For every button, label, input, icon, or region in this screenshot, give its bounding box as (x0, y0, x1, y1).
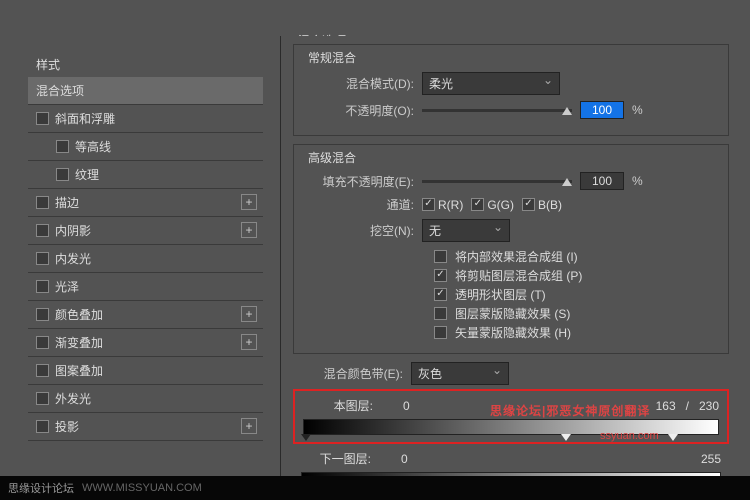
knockout-select[interactable]: 无 (422, 219, 510, 242)
style-checkbox[interactable] (36, 196, 49, 209)
general-blend-group: 常规混合 混合模式(D): 柔光 不透明度(O): 100 % (293, 44, 729, 136)
footer-bar: 思缘设计论坛 WWW.MISSYUAN.COM (0, 476, 750, 500)
advanced-group-title: 高级混合 (304, 149, 360, 166)
sidebar-header: 样式 (28, 52, 263, 77)
style-checkbox[interactable] (36, 252, 49, 265)
style-item-label: 纹理 (75, 166, 99, 183)
opt3-label: 透明形状图层 (T) (455, 286, 546, 303)
style-item-label: 投影 (55, 418, 79, 435)
fill-opacity-input[interactable]: 100 (580, 172, 624, 190)
fill-opacity-label: 填充不透明度(E): (304, 173, 414, 190)
this-white2-value: 230 (699, 399, 719, 413)
channel-b-checkbox[interactable] (522, 198, 535, 211)
style-checkbox[interactable] (36, 224, 49, 237)
style-checkbox[interactable] (36, 420, 49, 433)
style-item-4[interactable]: 描边 + (28, 189, 263, 217)
opt2-checkbox[interactable] (434, 269, 447, 282)
blendif-select[interactable]: 灰色 (411, 362, 509, 385)
slash: / (686, 399, 689, 413)
blend-mode-select[interactable]: 柔光 (422, 72, 560, 95)
style-checkbox[interactable] (36, 112, 49, 125)
style-item-12[interactable]: 投影 + (28, 413, 263, 441)
blendif-label: 混合颜色带(E): (293, 365, 403, 382)
style-item-6[interactable]: 内发光 (28, 245, 263, 273)
this-white1-thumb[interactable] (561, 434, 571, 441)
watermark-url: ssyuan.com (600, 430, 659, 442)
style-item-11[interactable]: 外发光 (28, 385, 263, 413)
channel-g-label: G(G) (487, 198, 514, 212)
opacity-input[interactable]: 100 (580, 101, 624, 119)
style-item-10[interactable]: 图案叠加 (28, 357, 263, 385)
opt1-checkbox[interactable] (434, 250, 447, 263)
style-checkbox[interactable] (36, 308, 49, 321)
style-item-label: 光泽 (55, 278, 79, 295)
plus-icon[interactable]: + (241, 334, 257, 350)
style-item-label: 颜色叠加 (55, 306, 103, 323)
style-item-label: 斜面和浮雕 (55, 110, 115, 127)
footer-url: WWW.MISSYUAN.COM (82, 482, 202, 494)
plus-icon[interactable]: + (241, 306, 257, 322)
opacity-slider[interactable] (422, 109, 572, 112)
under-white-value: 255 (701, 452, 721, 466)
general-group-title: 常规混合 (304, 49, 360, 66)
plus-icon[interactable]: + (241, 194, 257, 210)
opacity-label: 不透明度(O): (304, 102, 414, 119)
advanced-blend-group: 高级混合 填充不透明度(E): 100 % 通道: R(R) G(G) B(B)… (293, 144, 729, 354)
style-item-label: 内阴影 (55, 222, 91, 239)
style-item-label: 混合选项 (36, 82, 84, 99)
channel-r-checkbox[interactable] (422, 198, 435, 211)
knockout-label: 挖空(N): (304, 222, 414, 239)
style-item-7[interactable]: 光泽 (28, 273, 263, 301)
style-checkbox[interactable] (36, 280, 49, 293)
opt5-label: 矢量蒙版隐藏效果 (H) (455, 324, 571, 341)
opt4-label: 图层蒙版隐藏效果 (S) (455, 305, 570, 322)
channel-b-label: B(B) (538, 198, 562, 212)
style-item-0[interactable]: 混合选项 (28, 77, 263, 105)
channels-label: 通道: (304, 196, 414, 213)
channel-r-label: R(R) (438, 198, 463, 212)
style-item-1[interactable]: 斜面和浮雕 (28, 105, 263, 133)
style-item-label: 外发光 (55, 390, 91, 407)
pct-label-2: % (632, 174, 643, 188)
style-item-2[interactable]: 等高线 (28, 133, 263, 161)
pct-label: % (632, 103, 643, 117)
style-item-8[interactable]: 颜色叠加 + (28, 301, 263, 329)
opt3-checkbox[interactable] (434, 288, 447, 301)
style-checkbox[interactable] (56, 140, 69, 153)
style-item-label: 等高线 (75, 138, 111, 155)
this-white1-value: 163 (656, 399, 676, 413)
plus-icon[interactable]: + (241, 418, 257, 434)
plus-icon[interactable]: + (241, 222, 257, 238)
style-item-label: 图案叠加 (55, 362, 103, 379)
style-checkbox[interactable] (36, 392, 49, 405)
styles-sidebar: 样式 混合选项斜面和浮雕等高线纹理描边 + 内阴影 + 内发光光泽颜色叠加 + 渐变叠加 + 图… (28, 52, 263, 441)
this-white2-thumb[interactable] (668, 434, 678, 441)
style-item-9[interactable]: 渐变叠加 + (28, 329, 263, 357)
channel-g-checkbox[interactable] (471, 198, 484, 211)
style-checkbox[interactable] (56, 168, 69, 181)
style-item-label: 渐变叠加 (55, 334, 103, 351)
style-item-3[interactable]: 纹理 (28, 161, 263, 189)
this-black-thumb[interactable] (301, 434, 311, 441)
fill-opacity-slider[interactable] (422, 180, 572, 183)
this-layer-label: 本图层: (303, 397, 373, 414)
style-item-5[interactable]: 内阴影 + (28, 217, 263, 245)
opt1-label: 将内部效果混合成组 (I) (455, 248, 578, 265)
footer-site: 思缘设计论坛 (8, 480, 74, 496)
this-black-value: 0 (403, 399, 410, 413)
style-checkbox[interactable] (36, 336, 49, 349)
under-layer-label: 下一图层: (301, 450, 371, 467)
opt2-label: 将剪贴图层混合成组 (P) (455, 267, 582, 284)
opt5-checkbox[interactable] (434, 326, 447, 339)
style-item-label: 描边 (55, 194, 79, 211)
watermark-text: 思缘论坛|邪恶女神原创翻译 (490, 402, 650, 419)
opt4-checkbox[interactable] (434, 307, 447, 320)
style-checkbox[interactable] (36, 364, 49, 377)
under-black-value: 0 (401, 452, 408, 466)
blend-mode-label: 混合模式(D): (304, 75, 414, 92)
style-item-label: 内发光 (55, 250, 91, 267)
